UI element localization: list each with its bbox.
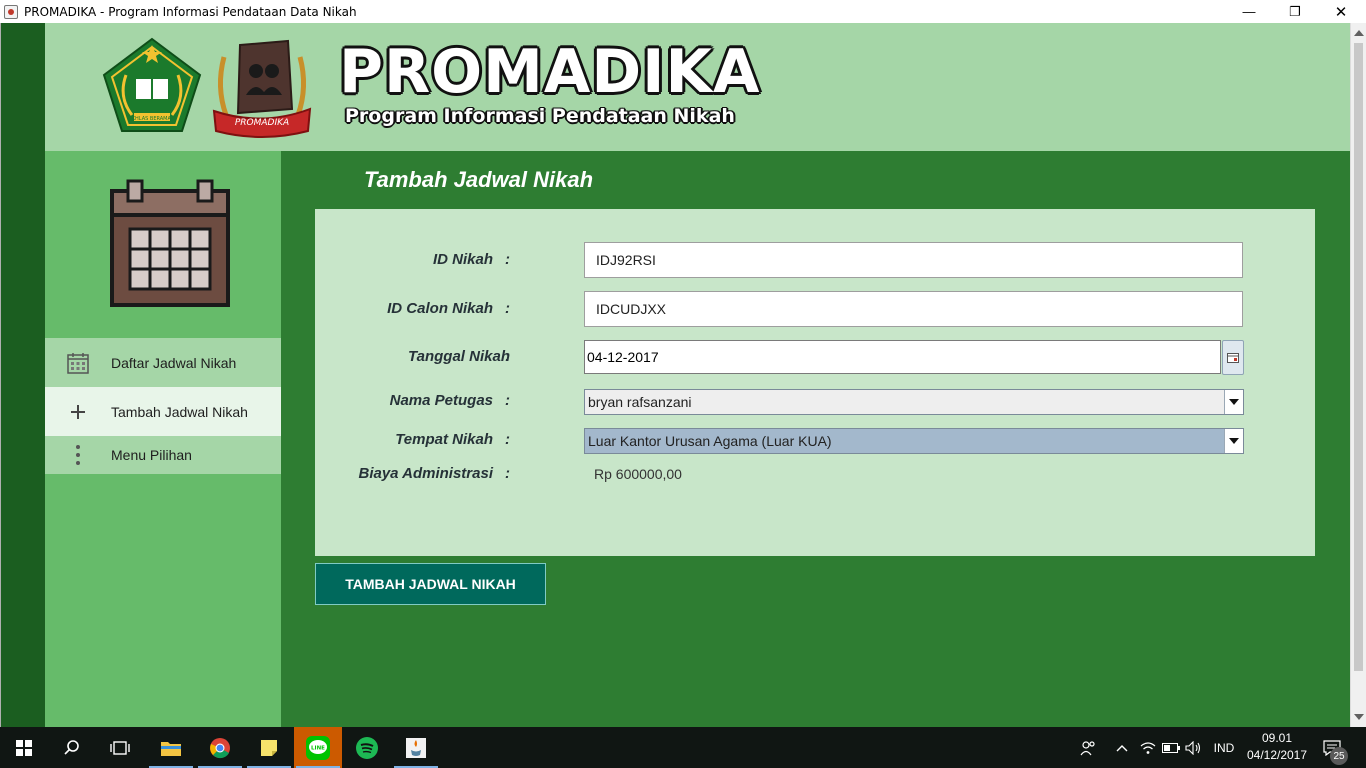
sidebar: Daftar Jadwal Nikah Tambah Jadwal Nikah … xyxy=(45,151,281,727)
taskbar-line[interactable]: LINE xyxy=(294,727,342,768)
taskbar-file-explorer[interactable] xyxy=(147,727,195,768)
battery-button[interactable] xyxy=(1160,727,1182,768)
id-nikah-colon: : xyxy=(505,251,510,268)
tanggal-nikah-field[interactable]: 04-12-2017 xyxy=(584,340,1221,374)
kemenag-logo: IKHLAS BERAMAL xyxy=(102,37,202,132)
nama-petugas-label: Nama Petugas xyxy=(389,392,493,409)
biaya-administrasi-label: Biaya Administrasi xyxy=(358,465,494,482)
sidebar-item-label: Tambah Jadwal Nikah xyxy=(111,403,248,420)
line-icon-label: LINE xyxy=(311,745,325,751)
date-picker-button[interactable] xyxy=(1222,340,1244,375)
calendar-picker-icon xyxy=(1227,352,1239,363)
task-view-button[interactable] xyxy=(96,727,144,768)
spotify-icon xyxy=(356,736,378,759)
brand-title: PROMADIKA xyxy=(339,37,761,107)
search-icon xyxy=(64,739,79,755)
wifi-icon xyxy=(1140,741,1156,754)
java-icon xyxy=(406,737,426,758)
nama-petugas-colon: : xyxy=(505,392,510,409)
nama-petugas-select[interactable]: bryan rafsanzani xyxy=(584,389,1244,415)
folder-icon xyxy=(161,741,181,756)
sidebar-item-label: Daftar Jadwal Nikah xyxy=(111,354,237,371)
brand-subtitle: Program Informasi Pendataan Nikah xyxy=(345,105,735,127)
taskbar-chrome[interactable] xyxy=(196,727,244,768)
search-button[interactable] xyxy=(48,727,96,768)
taskbar-java[interactable] xyxy=(392,727,440,768)
line-icon: LINE xyxy=(306,735,330,760)
id-calon-nikah-field[interactable]: IDCUDJXX xyxy=(584,291,1243,327)
windows-icon xyxy=(16,739,32,756)
kemenag-logo-text: IKHLAS BERAMAL xyxy=(130,116,174,122)
promadika-logo: PROMADIKA xyxy=(212,39,312,138)
sidebar-item-daftar-jadwal[interactable]: Daftar Jadwal Nikah xyxy=(45,338,281,387)
scroll-thumb[interactable] xyxy=(1354,43,1363,671)
window-title: PROMADIKA - Program Informasi Pendataan … xyxy=(24,4,357,19)
tempat-nikah-label: Tempat Nikah xyxy=(395,431,493,448)
people-button[interactable] xyxy=(1074,727,1102,768)
left-strip xyxy=(0,23,45,727)
page-title: Tambah Jadwal Nikah xyxy=(364,167,594,192)
chevron-down-icon[interactable] xyxy=(1224,390,1243,414)
window-titlebar: PROMADIKA - Program Informasi Pendataan … xyxy=(0,0,1366,23)
header: IKHLAS BERAMAL PROMADIKA PROMADIKA Progr… xyxy=(45,23,1350,151)
chrome-icon xyxy=(210,737,230,758)
biaya-administrasi-value: Rp 600000,00 xyxy=(594,466,682,482)
maximize-button[interactable]: ❐ xyxy=(1272,0,1318,23)
scroll-down-arrow[interactable] xyxy=(1354,714,1364,720)
tambah-jadwal-nikah-button[interactable]: TAMBAH JADWAL NIKAH xyxy=(315,563,546,605)
volume-button[interactable] xyxy=(1183,727,1205,768)
calendar-icon xyxy=(45,351,111,375)
task-view-icon xyxy=(110,740,130,755)
main-content: Tambah Jadwal Nikah ID Nikah : IDJ92RSI … xyxy=(281,151,1350,727)
nama-petugas-value: bryan rafsanzani xyxy=(588,394,692,410)
sidebar-item-label: Menu Pilihan xyxy=(111,447,192,463)
chevron-down-icon[interactable] xyxy=(1224,429,1243,453)
tanggal-nikah-colon: : xyxy=(505,348,510,365)
promadika-logo-text: PROMADIKA xyxy=(235,118,289,128)
taskbar-spotify[interactable] xyxy=(343,727,391,768)
start-button[interactable] xyxy=(0,727,48,768)
sidebar-item-tambah-jadwal[interactable]: Tambah Jadwal Nikah xyxy=(45,387,281,436)
tempat-nikah-select[interactable]: Luar Kantor Urusan Agama (Luar KUA) xyxy=(584,428,1244,454)
vertical-scrollbar[interactable] xyxy=(1350,23,1366,727)
tempat-nikah-value: Luar Kantor Urusan Agama (Luar KUA) xyxy=(588,433,832,449)
close-button[interactable]: ✕ xyxy=(1318,0,1364,23)
minimize-button[interactable]: — xyxy=(1226,0,1272,23)
network-button[interactable] xyxy=(1137,727,1159,768)
calendar-large-icon xyxy=(110,179,230,307)
tanggal-nikah-label: Tanggal Nikah xyxy=(408,348,510,365)
chevron-up-icon xyxy=(1116,744,1128,751)
notification-count-badge: 25 xyxy=(1330,747,1348,765)
people-icon xyxy=(1080,740,1095,755)
java-app-icon xyxy=(4,4,18,19)
plus-icon xyxy=(45,403,111,421)
taskbar: LINE IND 09.01 04/12/2017 25 xyxy=(0,727,1366,768)
taskbar-clock[interactable]: 09.01 04/12/2017 xyxy=(1242,730,1312,764)
app-frame: IKHLAS BERAMAL PROMADIKA PROMADIKA Progr… xyxy=(0,23,1350,727)
volume-icon xyxy=(1185,740,1201,755)
clock-time: 09.01 xyxy=(1261,731,1293,745)
tempat-nikah-colon: : xyxy=(505,431,510,448)
sidebar-item-menu-pilihan[interactable]: Menu Pilihan xyxy=(45,436,281,474)
battery-icon xyxy=(1162,742,1180,753)
taskbar-sticky-notes[interactable] xyxy=(245,727,293,768)
biaya-administrasi-colon: : xyxy=(505,465,510,482)
id-nikah-label: ID Nikah xyxy=(432,251,493,268)
id-calon-nikah-colon: : xyxy=(505,300,510,317)
show-hidden-icons-button[interactable] xyxy=(1111,727,1133,768)
form-panel: ID Nikah : IDJ92RSI ID Calon Nikah : IDC… xyxy=(315,209,1315,556)
scroll-up-arrow[interactable] xyxy=(1354,30,1364,36)
sticky-notes-icon xyxy=(261,739,277,756)
input-language[interactable]: IND xyxy=(1207,727,1241,768)
more-vertical-icon xyxy=(45,444,111,466)
clock-date: 04/12/2017 xyxy=(1246,748,1308,762)
id-calon-nikah-label: ID Calon Nikah xyxy=(387,300,493,317)
id-nikah-field[interactable]: IDJ92RSI xyxy=(584,242,1243,278)
